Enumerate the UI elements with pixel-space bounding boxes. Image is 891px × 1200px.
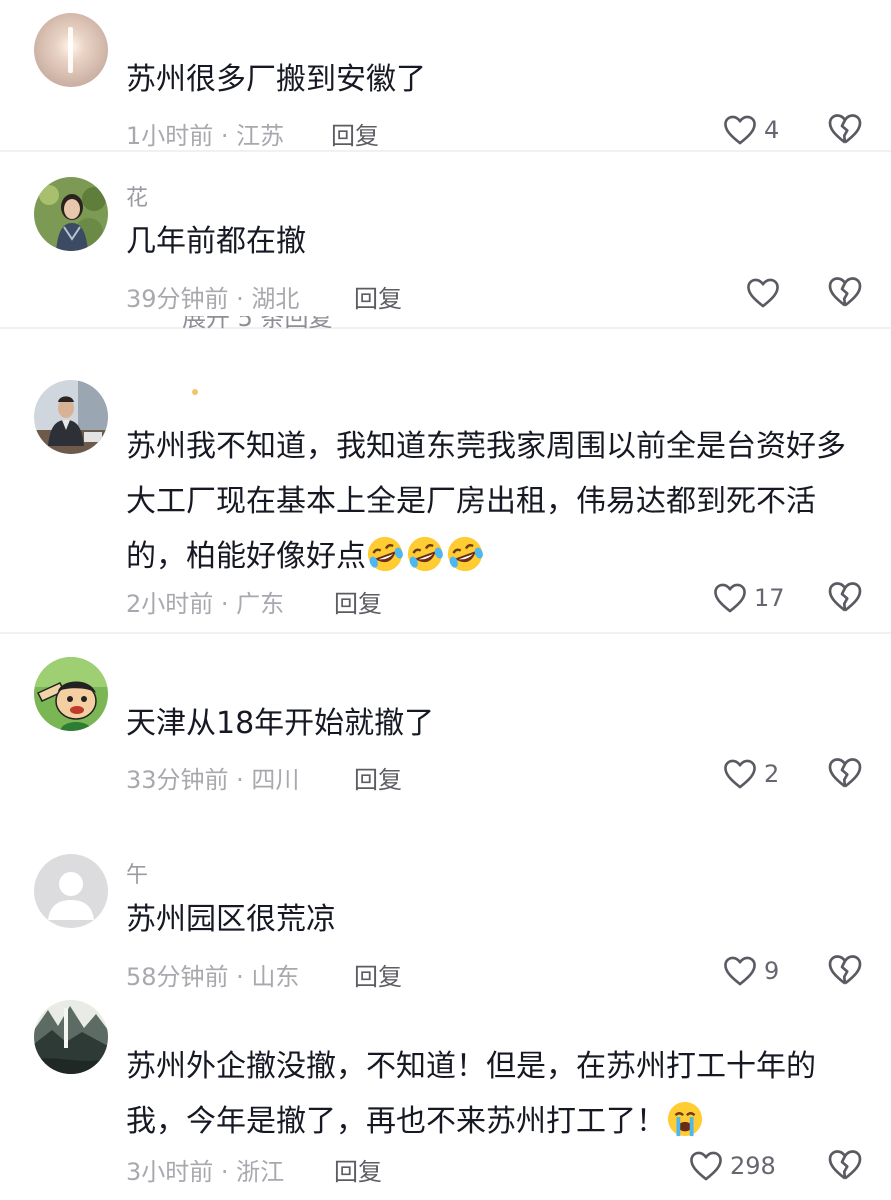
- comment-text-line-end: 的，柏能好像好点: [126, 539, 366, 574]
- crying-emoji-icon: [667, 1101, 703, 1137]
- light-orb-avatar-icon: [34, 13, 108, 87]
- broken-heart-icon: [828, 277, 862, 307]
- reply-button[interactable]: 回复: [354, 957, 402, 992]
- reply-button[interactable]: 回复: [334, 1152, 382, 1187]
- dislike-button[interactable]: [827, 580, 863, 616]
- like-button[interactable]: 2: [722, 756, 779, 792]
- user-avatar[interactable]: [34, 1000, 108, 1074]
- comment-text-line: 苏州我不知道，我知道东莞我家周围以前全是台资好多: [126, 429, 846, 464]
- dislike-button[interactable]: [827, 1148, 863, 1184]
- username[interactable]: [192, 376, 198, 401]
- comment-text: 天津从18年开始就撤了: [126, 706, 435, 741]
- rofl-emoji-icon: [367, 536, 403, 572]
- username[interactable]: 午: [126, 857, 148, 889]
- dislike-button[interactable]: [827, 112, 863, 148]
- like-count: 9: [764, 957, 780, 985]
- like-count: 4: [764, 116, 780, 144]
- like-button[interactable]: 17: [712, 580, 785, 616]
- comment-divider: [0, 150, 891, 152]
- comment-divider: [0, 327, 891, 329]
- expand-replies-link[interactable]: 展开 5 条回复: [182, 316, 333, 330]
- broken-heart-icon: [828, 1150, 862, 1180]
- heart-icon: [724, 956, 756, 986]
- heart-icon: [747, 278, 779, 308]
- comment-time-location: 3小时前 · 浙江: [126, 1158, 285, 1186]
- like-button[interactable]: 4: [722, 112, 779, 148]
- user-avatar[interactable]: [34, 380, 108, 454]
- reply-button[interactable]: 回复: [354, 760, 402, 795]
- comment-time-location: 58分钟前 · 山东: [126, 963, 300, 991]
- like-button[interactable]: 9: [722, 953, 779, 989]
- broken-heart-icon: [828, 758, 862, 788]
- default-user-avatar-icon: [34, 854, 108, 928]
- comment-time-location: 2小时前 · 广东: [126, 590, 285, 618]
- heart-icon: [690, 1151, 722, 1181]
- comment-time-location: 33分钟前 · 四川: [126, 766, 300, 794]
- comment-text-line: 苏州外企撤没撤，不知道！但是，在苏州打工十年的: [126, 1049, 816, 1084]
- dislike-button[interactable]: [827, 953, 863, 989]
- comment-text-line: 大工厂现在基本上全是厂房出租，伟易达都到死不活: [126, 484, 816, 519]
- heart-icon: [724, 115, 756, 145]
- rofl-emoji-icon: [407, 536, 443, 572]
- comment-time-location: 1小时前 · 江苏: [126, 122, 285, 150]
- broken-heart-icon: [828, 114, 862, 144]
- dislike-button[interactable]: [827, 275, 863, 311]
- reply-button[interactable]: 回复: [334, 584, 382, 619]
- username-dot: [192, 389, 198, 395]
- landscape-painting-avatar-icon: [34, 1000, 108, 1074]
- comment-text: 几年前都在撤: [126, 224, 306, 259]
- comment-text: 苏州很多厂搬到安徽了: [126, 62, 426, 97]
- user-avatar[interactable]: [34, 177, 108, 251]
- broken-heart-icon: [828, 955, 862, 985]
- user-avatar[interactable]: [34, 657, 108, 731]
- heart-icon: [714, 583, 746, 613]
- reply-button[interactable]: 回复: [354, 279, 402, 314]
- user-avatar[interactable]: [34, 854, 108, 928]
- cartoon-character-avatar-icon: [34, 657, 108, 731]
- comment-text-line: 的，柏能好像好点: [126, 529, 866, 584]
- like-button[interactable]: [745, 275, 787, 311]
- reply-button[interactable]: 回复: [331, 116, 379, 151]
- like-button[interactable]: 298: [688, 1148, 776, 1184]
- like-count: 298: [730, 1152, 776, 1180]
- man-office-avatar-icon: [34, 380, 108, 454]
- comment-text: 苏州园区很荒凉: [126, 902, 336, 937]
- like-count: 2: [764, 760, 780, 788]
- heart-icon: [724, 759, 756, 789]
- comment-time-location: 39分钟前 · 湖北: [126, 285, 300, 313]
- username[interactable]: 花: [126, 180, 148, 212]
- dislike-button[interactable]: [827, 756, 863, 792]
- woman-photo-avatar-icon: [34, 177, 108, 251]
- like-count: 17: [754, 584, 785, 612]
- user-avatar[interactable]: [34, 13, 108, 87]
- comment-text-line-end: 我，今年是撤了，再也不来苏州打工了！: [126, 1104, 666, 1139]
- comment-text-line: 我，今年是撤了，再也不来苏州打工了！: [126, 1094, 866, 1149]
- broken-heart-icon: [828, 582, 862, 612]
- comment-divider: [0, 632, 891, 634]
- rofl-emoji-icon: [447, 536, 483, 572]
